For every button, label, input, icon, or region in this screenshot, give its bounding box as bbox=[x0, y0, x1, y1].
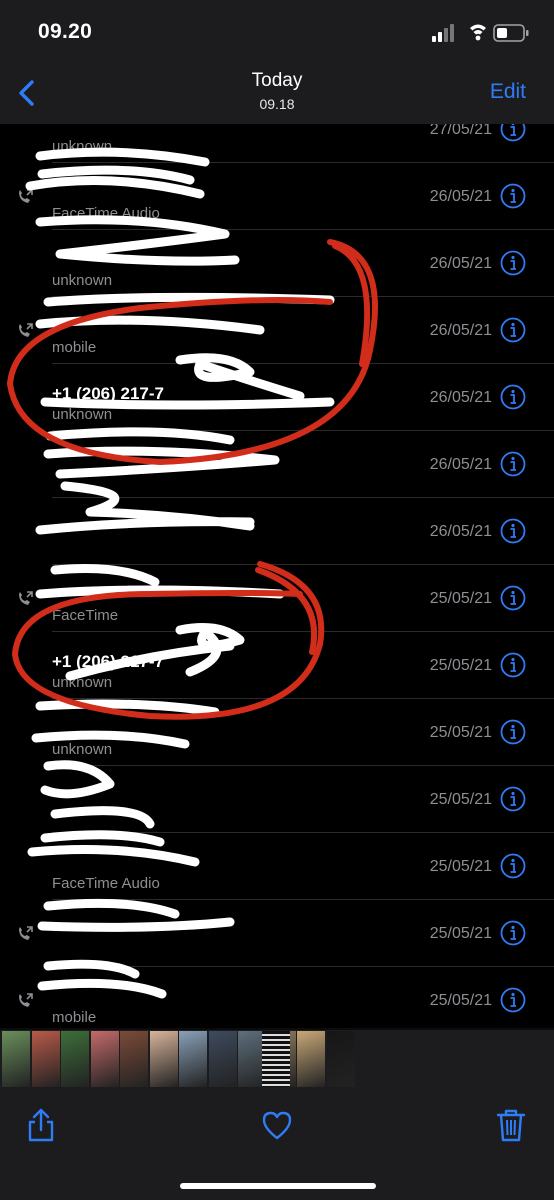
heart-icon[interactable] bbox=[260, 1106, 294, 1144]
info-icon[interactable] bbox=[500, 518, 526, 544]
call-type: mobile bbox=[52, 1009, 97, 1026]
info-icon[interactable] bbox=[500, 250, 526, 276]
call-date: 26/05/21 bbox=[429, 456, 492, 473]
call-date: 25/05/21 bbox=[429, 791, 492, 808]
info-icon[interactable] bbox=[500, 585, 526, 611]
call-date: 26/05/21 bbox=[429, 523, 492, 540]
info-icon[interactable] bbox=[500, 987, 526, 1013]
photo-thumbnail[interactable] bbox=[90, 1031, 119, 1087]
call-history-list[interactable]: unknown 27/05/21 FaceTime Audio 26/05/21 unk… bbox=[0, 124, 554, 1028]
nav-bar: Today 09.18 Edit bbox=[0, 60, 554, 124]
wifi-icon bbox=[470, 24, 486, 41]
info-icon[interactable] bbox=[500, 384, 526, 410]
call-type: unknown bbox=[52, 272, 113, 289]
info-icon[interactable] bbox=[500, 124, 526, 142]
call-row[interactable]: FaceTime 25/05/21 bbox=[0, 565, 554, 632]
info-icon[interactable] bbox=[500, 920, 526, 946]
call-date: 27/05/21 bbox=[429, 124, 492, 138]
info-icon[interactable] bbox=[500, 853, 526, 879]
photo-thumbnail[interactable] bbox=[179, 1031, 207, 1087]
photo-thumbnail[interactable] bbox=[208, 1031, 237, 1087]
info-icon[interactable] bbox=[500, 317, 526, 343]
outgoing-call-icon bbox=[19, 926, 33, 940]
call-row[interactable]: 26/05/21 bbox=[0, 498, 554, 565]
outgoing-call-icon bbox=[19, 323, 33, 337]
status-bar: 09.20 bbox=[0, 0, 554, 60]
call-date: 25/05/21 bbox=[429, 724, 492, 741]
call-row[interactable]: FaceTime Audio 25/05/21 bbox=[0, 833, 554, 900]
call-date: 26/05/21 bbox=[429, 389, 492, 406]
status-time: 09.20 bbox=[38, 20, 93, 43]
call-type: FaceTime Audio bbox=[52, 205, 160, 222]
trash-icon[interactable] bbox=[494, 1106, 528, 1144]
call-type: FaceTime Audio bbox=[52, 875, 160, 892]
call-type: FaceTime bbox=[52, 607, 119, 624]
battery-icon bbox=[493, 24, 529, 42]
call-type: unknown bbox=[52, 406, 113, 423]
outgoing-call-icon bbox=[19, 591, 33, 605]
call-row[interactable]: mobile 25/05/21 bbox=[0, 967, 554, 1028]
call-row[interactable]: mobile 26/05/21 bbox=[0, 297, 554, 364]
signal-icon bbox=[432, 24, 454, 42]
edit-button[interactable]: Edit bbox=[490, 80, 526, 104]
call-date: 25/05/21 bbox=[429, 657, 492, 674]
share-icon[interactable] bbox=[24, 1106, 58, 1144]
caller-name: +1 (206) 217-7 bbox=[52, 652, 164, 671]
photo-thumbnail[interactable] bbox=[2, 1031, 30, 1087]
call-row[interactable]: FaceTime Audio 26/05/21 bbox=[0, 163, 554, 230]
call-type: unknown bbox=[52, 741, 113, 758]
call-date: 26/05/21 bbox=[429, 255, 492, 272]
photo-thumbnail[interactable] bbox=[61, 1031, 89, 1087]
status-icons bbox=[432, 24, 529, 42]
outgoing-call-icon bbox=[19, 189, 33, 203]
call-type: unknown bbox=[52, 674, 113, 691]
call-row[interactable]: +1 (206) 217-7 unknown 26/05/21 bbox=[0, 364, 554, 431]
photo-thumbnail[interactable] bbox=[262, 1031, 290, 1087]
call-date: 26/05/21 bbox=[429, 188, 492, 205]
caller-name: +1 (206) 217-7 bbox=[52, 384, 164, 403]
info-icon[interactable] bbox=[500, 652, 526, 678]
call-row[interactable]: unknown 25/05/21 bbox=[0, 699, 554, 766]
outgoing-call-icon bbox=[19, 993, 33, 1007]
photo-thumbnail[interactable] bbox=[120, 1031, 148, 1087]
photo-thumbnail[interactable] bbox=[297, 1031, 325, 1087]
call-row[interactable]: 26/05/21 bbox=[0, 431, 554, 498]
call-row[interactable]: 25/05/21 bbox=[0, 900, 554, 967]
home-indicator bbox=[180, 1183, 376, 1189]
call-date: 25/05/21 bbox=[429, 858, 492, 875]
photo-thumbnail[interactable] bbox=[149, 1031, 178, 1087]
call-type: unknown bbox=[52, 138, 113, 155]
call-row[interactable]: unknown 27/05/21 bbox=[0, 124, 554, 163]
info-icon[interactable] bbox=[500, 183, 526, 209]
call-date: 25/05/21 bbox=[429, 992, 492, 1009]
photo-thumbnail[interactable] bbox=[31, 1031, 60, 1087]
info-icon[interactable] bbox=[500, 451, 526, 477]
call-row[interactable]: unknown 26/05/21 bbox=[0, 230, 554, 297]
photo-thumbnail[interactable] bbox=[326, 1031, 355, 1087]
call-date: 26/05/21 bbox=[429, 322, 492, 339]
info-icon[interactable] bbox=[500, 786, 526, 812]
call-date: 25/05/21 bbox=[429, 925, 492, 942]
info-icon[interactable] bbox=[500, 719, 526, 745]
call-type: mobile bbox=[52, 339, 97, 356]
call-date: 25/05/21 bbox=[429, 590, 492, 607]
call-row[interactable]: 25/05/21 bbox=[0, 766, 554, 833]
page-title: Today bbox=[251, 70, 303, 91]
page-subtitle: 09.18 bbox=[259, 96, 295, 112]
photo-filmstrip[interactable] bbox=[0, 1030, 554, 1088]
call-row[interactable]: +1 (206) 217-7 unknown 25/05/21 bbox=[0, 632, 554, 699]
